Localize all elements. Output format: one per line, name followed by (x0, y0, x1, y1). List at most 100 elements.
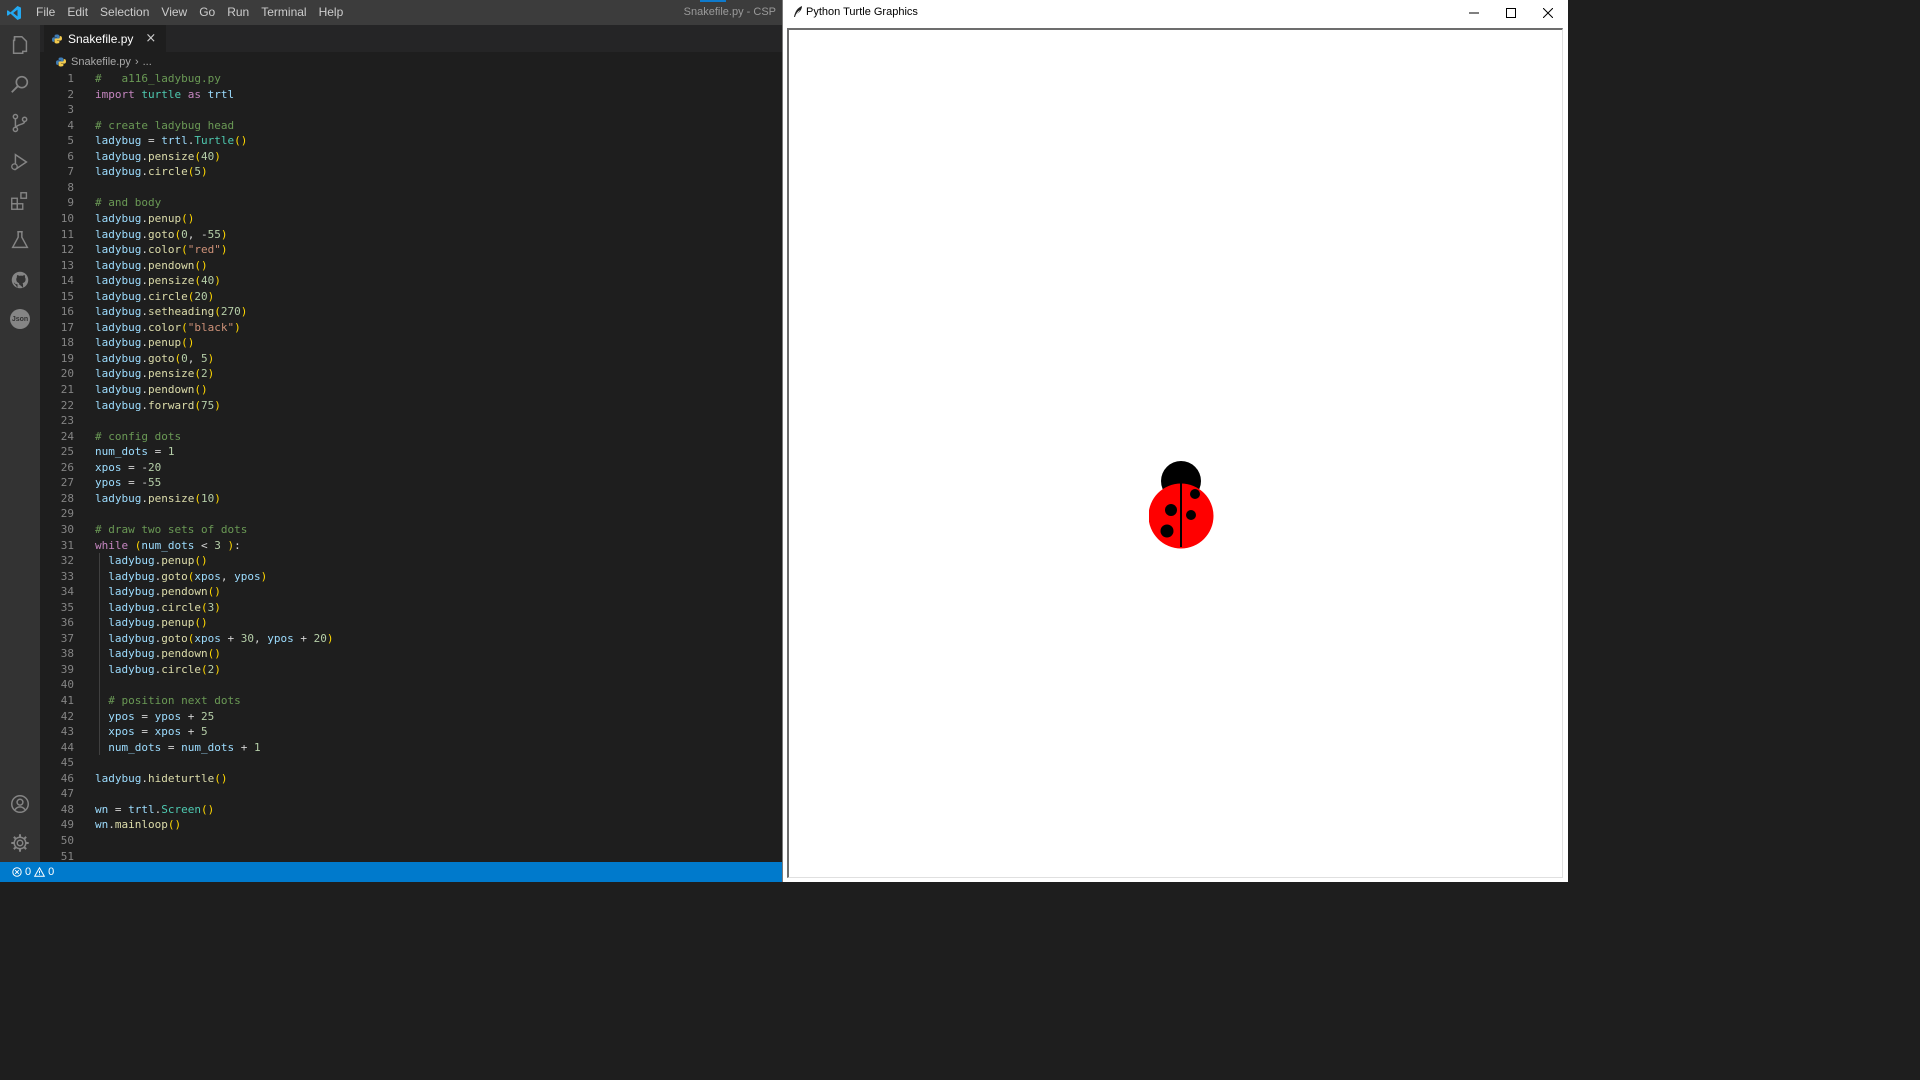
minimize-button[interactable] (1456, 0, 1492, 25)
problems-status[interactable]: 0 0 (12, 866, 54, 878)
code-line[interactable]: 20 ladybug.pensize(2) (40, 366, 782, 382)
code-line[interactable]: 32 ladybug.penup() (40, 553, 782, 569)
code-line[interactable]: 46 ladybug.hideturtle() (40, 771, 782, 787)
line-number: 51 (60, 849, 74, 863)
breadcrumb-symbols[interactable]: ... (143, 56, 152, 68)
code-line[interactable]: 24 # config dots (40, 429, 782, 445)
code-line[interactable]: 9 # and body (40, 195, 782, 211)
code-line[interactable]: 27 ypos = -55 (40, 475, 782, 491)
code-line[interactable]: 4 # create ladybug head (40, 118, 782, 134)
source-control-icon[interactable] (8, 111, 32, 135)
code-line[interactable]: 49 wn.mainloop() (40, 817, 782, 833)
search-icon[interactable] (8, 72, 32, 96)
menu-run[interactable]: Run (221, 0, 255, 25)
line-number: 13 (60, 258, 74, 272)
code-line[interactable]: 44 num_dots = num_dots + 1 (40, 740, 782, 756)
settings-gear-icon[interactable] (8, 831, 32, 855)
code-line[interactable]: 35 ladybug.circle(3) (40, 600, 782, 616)
code-line[interactable]: 17 ladybug.color("black") (40, 320, 782, 336)
code-line[interactable]: 39 ladybug.circle(2) (40, 662, 782, 678)
code-text: ladybug.pendown() (95, 258, 208, 272)
code-line[interactable]: 5 ladybug = trtl.Turtle() (40, 133, 782, 149)
code-text: ladybug.circle(3) (108, 600, 221, 614)
code-line[interactable]: 42 ypos = ypos + 25 (40, 709, 782, 725)
code-line[interactable]: 21 ladybug.pendown() (40, 382, 782, 398)
line-number: 12 (60, 243, 74, 257)
code-line[interactable]: 30 # draw two sets of dots (40, 522, 782, 538)
explorer-icon[interactable] (8, 33, 32, 57)
minimize-icon (1469, 12, 1479, 13)
code-line[interactable]: 23 (40, 413, 782, 429)
code-line[interactable]: 1 # a116_ladybug.py (40, 71, 782, 87)
code-line[interactable]: 18 ladybug.penup() (40, 335, 782, 351)
code-line[interactable]: 51 (40, 849, 782, 863)
code-line[interactable]: 15 ladybug.circle(20) (40, 289, 782, 305)
menu-go[interactable]: Go (193, 0, 221, 25)
code-line[interactable]: 29 (40, 506, 782, 522)
ladybug-dot (1186, 510, 1196, 520)
code-line[interactable]: 22 ladybug.forward(75) (40, 398, 782, 414)
code-line[interactable]: 7 ladybug.circle(5) (40, 164, 782, 180)
menu-view[interactable]: View (155, 0, 193, 25)
menu-help[interactable]: Help (313, 0, 350, 25)
code-line[interactable]: 13 ladybug.pendown() (40, 258, 782, 274)
code-line[interactable]: 2 import turtle as trtl (40, 87, 782, 103)
code-line[interactable]: 34 ladybug.pendown() (40, 584, 782, 600)
menu-terminal[interactable]: Terminal (255, 0, 312, 25)
line-number: 44 (60, 740, 74, 754)
breadcrumb-file[interactable]: Snakefile.py (56, 56, 131, 68)
maximize-button[interactable] (1493, 0, 1529, 25)
code-line[interactable]: 47 (40, 786, 782, 802)
code-line[interactable]: 33 ladybug.goto(xpos, ypos) (40, 569, 782, 585)
code-line[interactable]: 10 ladybug.penup() (40, 211, 782, 227)
close-button[interactable] (1530, 0, 1566, 25)
code-line[interactable]: 26 xpos = -20 (40, 460, 782, 476)
code-line[interactable]: 11 ladybug.goto(0, -55) (40, 227, 782, 243)
code-line[interactable]: 8 (40, 180, 782, 196)
turtle-graphics-window: Python Turtle Graphics (782, 0, 1568, 882)
menu-selection[interactable]: Selection (94, 0, 155, 25)
code-line[interactable]: 19 ladybug.goto(0, 5) (40, 351, 782, 367)
accounts-icon[interactable] (8, 792, 32, 816)
line-number: 7 (67, 165, 74, 179)
code-line[interactable]: 41 # position next dots (40, 693, 782, 709)
code-text: ladybug.pensize(40) (95, 274, 221, 288)
code-line[interactable]: 48 wn = trtl.Screen() (40, 802, 782, 818)
code-text: ladybug.pensize(10) (95, 491, 221, 505)
code-text: ladybug.pendown() (95, 383, 208, 396)
testing-icon[interactable] (8, 228, 32, 252)
tab-close-icon[interactable]: × (145, 31, 156, 46)
code-line[interactable]: 12 ladybug.color("red") (40, 242, 782, 258)
code-line[interactable]: 16 ladybug.setheading(270) (40, 304, 782, 320)
line-number: 36 (60, 616, 74, 630)
code-line[interactable]: 36 ladybug.penup() (40, 615, 782, 631)
github-icon[interactable] (8, 268, 32, 292)
code-line[interactable]: 3 (40, 102, 782, 118)
code-line[interactable]: 14 ladybug.pensize(40) (40, 273, 782, 289)
vscode-logo-icon[interactable] (6, 5, 22, 21)
run-debug-icon[interactable] (8, 150, 32, 174)
tab-snakefile[interactable]: Snakefile.py × (44, 25, 167, 52)
menu-edit[interactable]: Edit (61, 0, 94, 25)
code-text: ladybug.setheading(270) (95, 305, 248, 319)
turtle-title-bar: Python Turtle Graphics (783, 0, 1568, 25)
code-line[interactable]: 31 while (num_dots < 3 ): (40, 538, 782, 554)
code-line[interactable]: 25 num_dots = 1 (40, 444, 782, 460)
code-line[interactable]: 38 ladybug.pendown() (40, 646, 782, 662)
code-line[interactable]: 28 ladybug.pensize(10) (40, 491, 782, 507)
turtle-canvas[interactable] (787, 28, 1563, 878)
code-line[interactable]: 43 xpos = xpos + 5 (40, 724, 782, 740)
code-line[interactable]: 50 (40, 833, 782, 849)
code-line[interactable]: 45 (40, 755, 782, 771)
code-text: ladybug.goto(0, -55) (95, 227, 228, 241)
json-icon[interactable]: Json (8, 307, 32, 331)
turtle-window-title: Python Turtle Graphics (806, 6, 918, 18)
code-line[interactable]: 6 ladybug.pensize(40) (40, 149, 782, 165)
code-line[interactable]: 37 ladybug.goto(xpos + 30, ypos + 20) (40, 631, 782, 647)
extensions-icon[interactable] (8, 189, 32, 213)
code-line[interactable]: 40 (40, 677, 782, 693)
code-editor[interactable]: 1 # a116_ladybug.py 2 import turtle as trtl… (40, 71, 782, 862)
ladybug-dot (1190, 489, 1200, 499)
menu-file[interactable]: File (30, 0, 61, 25)
line-number: 50 (60, 833, 74, 847)
